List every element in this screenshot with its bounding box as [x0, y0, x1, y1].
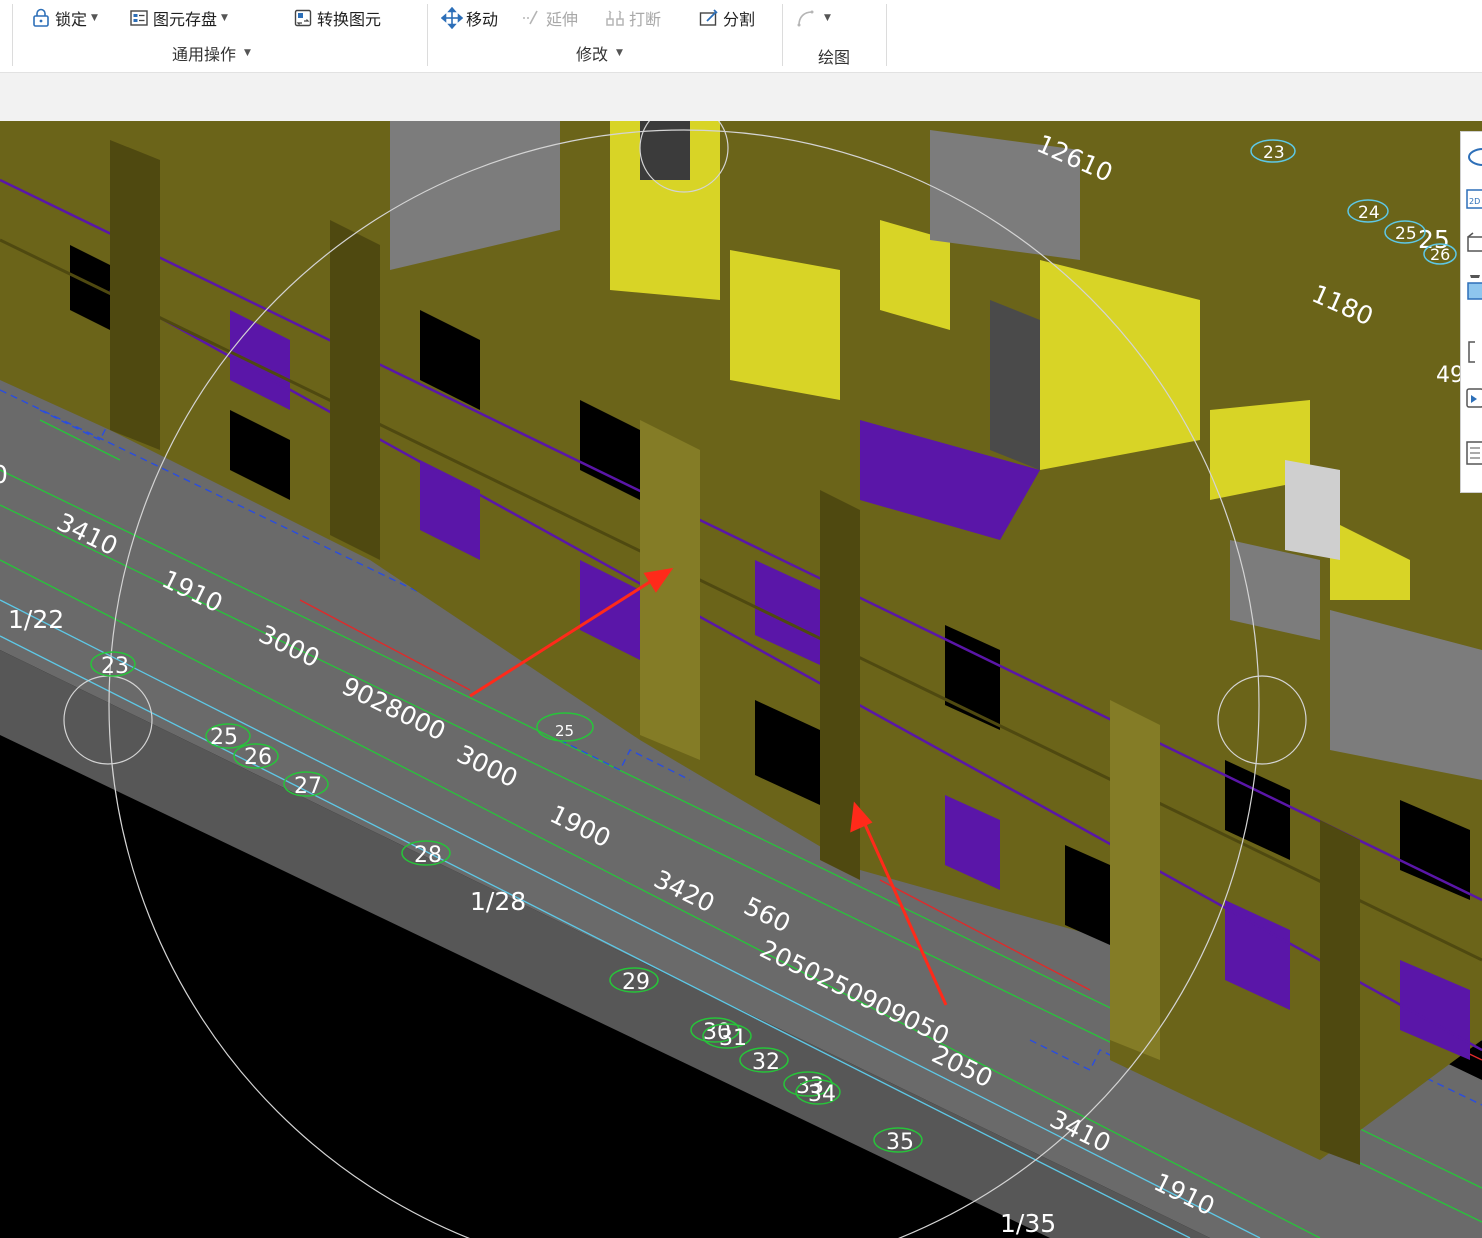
svg-text:25: 25 — [555, 722, 574, 740]
box-icon[interactable] — [1465, 228, 1482, 258]
svg-text:28: 28 — [414, 843, 442, 868]
save-element-button[interactable]: 图元存盘 ▼ — [128, 5, 228, 31]
3d-viewport[interactable]: 12610 1180 3410 1910 3000 9028000 3000 1… — [0, 121, 1482, 1238]
scene-canvas: 12610 1180 3410 1910 3000 9028000 3000 1… — [0, 121, 1482, 1238]
ribbon-toolbar: 锁定 ▼ 图元存盘 ▼ 转换图元 通用操作 ▼ 移动 延伸 打断 分割 修改 ▼… — [0, 0, 1482, 73]
fraction-label: 1/28 — [470, 887, 526, 916]
save-element-icon — [128, 7, 150, 29]
fraction-label: 1/35 — [1000, 1209, 1056, 1238]
break-label: 打断 — [629, 10, 662, 29]
svg-text:23: 23 — [101, 654, 129, 679]
lock-label: 锁定 — [55, 10, 88, 29]
group-general-operations[interactable]: 通用操作 ▼ — [172, 41, 251, 65]
svg-text:27: 27 — [294, 774, 322, 799]
left-edge-label: 0 — [0, 460, 8, 489]
svg-text:29: 29 — [622, 970, 650, 995]
chevron-down-icon: ▼ — [824, 13, 831, 23]
extend-button[interactable]: 延伸 — [521, 5, 578, 31]
ribbon-divider — [782, 4, 783, 66]
save-element-label: 图元存盘 — [153, 10, 218, 29]
2d-icon[interactable]: 2D — [1465, 184, 1482, 214]
svg-text:25: 25 — [210, 725, 238, 750]
svg-text:23: 23 — [1263, 143, 1285, 163]
group-general-label: 通用操作 — [172, 45, 237, 64]
box-blue-icon[interactable] — [1465, 272, 1482, 302]
svg-text:26: 26 — [244, 745, 272, 770]
view-icon[interactable] — [1465, 142, 1482, 172]
view-tools-strip: 2D — [1460, 131, 1482, 493]
move-label: 移动 — [466, 10, 499, 29]
split-label: 分割 — [723, 10, 756, 29]
svg-text:24: 24 — [1358, 203, 1380, 223]
bracket-icon[interactable] — [1465, 337, 1482, 367]
chevron-down-icon: ▼ — [221, 13, 228, 23]
svg-text:32: 32 — [752, 1050, 780, 1075]
convert-label: 转换图元 — [317, 10, 382, 29]
convert-element-button[interactable]: 转换图元 — [292, 5, 381, 31]
extend-label: 延伸 — [546, 10, 579, 29]
ribbon-divider — [886, 4, 887, 66]
extend-icon — [521, 7, 543, 29]
break-icon — [604, 7, 626, 29]
svg-text:25: 25 — [1395, 224, 1417, 244]
chevron-down-icon: ▼ — [616, 48, 623, 58]
lock-button[interactable]: 锁定 ▼ — [30, 5, 98, 31]
split-icon — [698, 7, 720, 29]
group-modify-label: 修改 — [576, 45, 609, 64]
svg-text:2D: 2D — [1469, 197, 1480, 206]
chevron-down-icon: ▼ — [91, 13, 98, 23]
layer-icon[interactable] — [1465, 384, 1482, 414]
command-strip — [0, 73, 1482, 122]
draw-arc-button[interactable]: ▼ — [795, 5, 831, 31]
convert-icon — [292, 7, 314, 29]
svg-text:35: 35 — [886, 1130, 914, 1155]
lock-icon — [30, 7, 52, 29]
split-button[interactable]: 分割 — [698, 5, 755, 31]
break-button[interactable]: 打断 — [604, 5, 661, 31]
group-modify[interactable]: 修改 ▼ — [576, 41, 623, 65]
fraction-label: 1/22 — [8, 605, 64, 634]
svg-text:34: 34 — [808, 1082, 836, 1107]
ribbon-divider — [427, 4, 428, 66]
ribbon-divider — [12, 4, 13, 66]
svg-text:26: 26 — [1430, 245, 1450, 264]
group-draw: 绘图 — [818, 44, 850, 68]
chevron-down-icon: ▼ — [244, 48, 251, 58]
group-draw-label: 绘图 — [818, 48, 851, 67]
svg-text:31: 31 — [719, 1026, 747, 1051]
move-arrows-icon — [441, 7, 463, 29]
move-button[interactable]: 移动 — [441, 5, 498, 31]
arc-icon — [795, 7, 817, 29]
list-icon[interactable] — [1465, 437, 1482, 467]
